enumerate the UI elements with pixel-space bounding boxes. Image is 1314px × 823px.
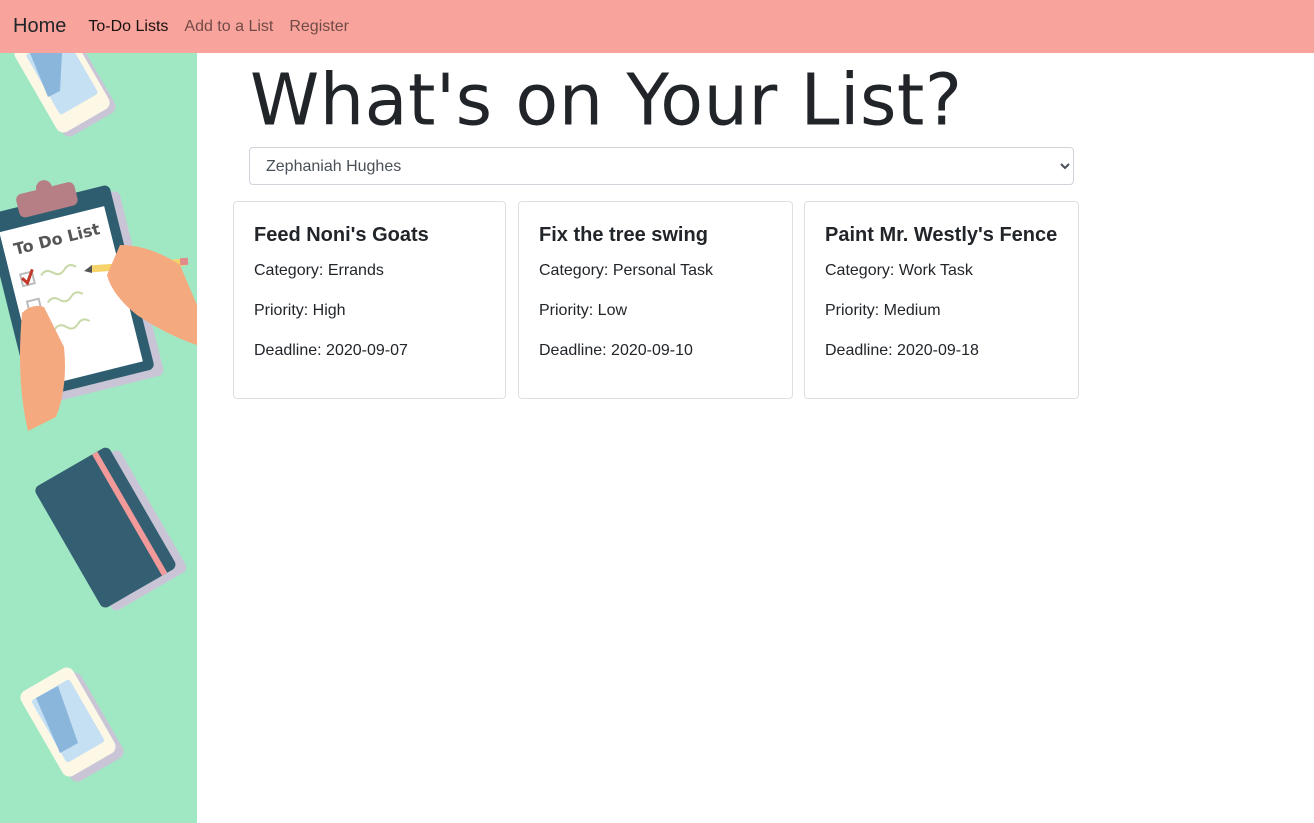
sidebar-art: To Do List bbox=[0, 53, 197, 782]
task-deadline: Deadline: 2020-09-10 bbox=[539, 342, 693, 359]
notebook-icon bbox=[35, 447, 187, 611]
task-category: Category: Personal Task bbox=[539, 262, 714, 279]
task-title: Fix the tree swing bbox=[539, 224, 708, 246]
task-category: Category: Work Task bbox=[825, 262, 973, 279]
list-owner-select[interactable]: Zephaniah Hughes bbox=[249, 147, 1074, 185]
task-priority: Priority: Medium bbox=[825, 302, 941, 319]
sidebar-illustration: To Do List bbox=[0, 53, 197, 823]
task-card: Feed Noni's Goats Category: Errands Prio… bbox=[233, 201, 506, 399]
page-title: What's on Your List? bbox=[250, 58, 963, 142]
nav-link-register[interactable]: Register bbox=[289, 18, 349, 36]
phone-icon bbox=[20, 667, 124, 782]
list-select-wrapper: Zephaniah Hughes bbox=[249, 147, 1074, 185]
task-priority: Priority: Low bbox=[539, 302, 628, 319]
task-title: Feed Noni's Goats bbox=[254, 224, 429, 246]
task-card: Paint Mr. Westly's Fence Category: Work … bbox=[804, 201, 1079, 399]
task-category: Category: Errands bbox=[254, 262, 384, 279]
task-deadline: Deadline: 2020-09-18 bbox=[825, 342, 979, 359]
task-deadline: Deadline: 2020-09-07 bbox=[254, 342, 408, 359]
task-priority: Priority: High bbox=[254, 302, 346, 319]
task-title: Paint Mr. Westly's Fence bbox=[825, 224, 1058, 246]
nav-link-add-to-list[interactable]: Add to a List bbox=[184, 18, 273, 36]
nav-brand-home[interactable]: Home bbox=[13, 15, 66, 38]
phone-icon bbox=[14, 53, 116, 137]
navbar: Home To-Do Lists Add to a List Register bbox=[0, 0, 1314, 53]
nav-link-todo-lists[interactable]: To-Do Lists bbox=[88, 18, 168, 36]
task-card: Fix the tree swing Category: Personal Ta… bbox=[518, 201, 793, 399]
